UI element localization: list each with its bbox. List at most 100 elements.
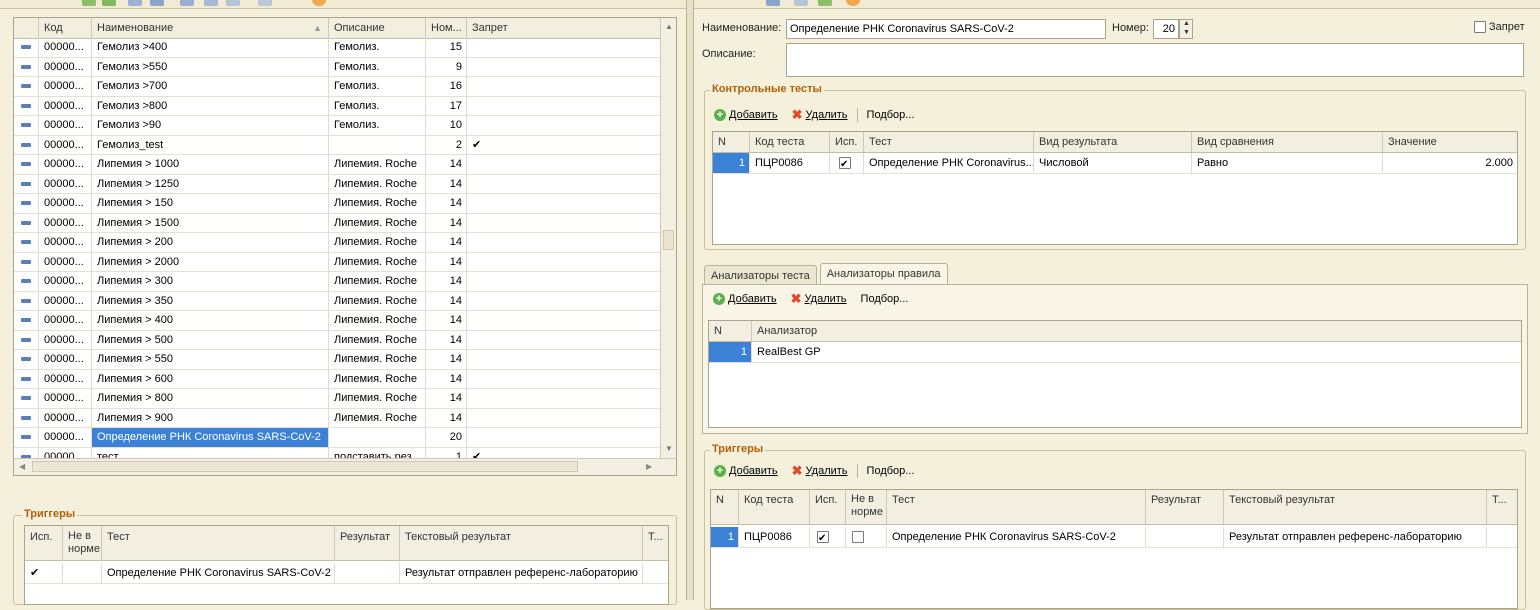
row-icon[interactable] [14,428,39,447]
number-cell[interactable]: 14 [426,350,467,369]
ban-checkbox[interactable]: Запрет [1474,21,1525,33]
col-t[interactable]: Т... [1487,490,1517,524]
table-row[interactable]: 00000... Липемия > 550 Липемия. Roche 14 [14,350,660,370]
row-icon[interactable] [14,174,39,194]
ban-cell[interactable] [467,292,660,311]
col-n[interactable]: N [711,490,739,524]
row-icon[interactable] [14,252,39,272]
description-cell[interactable]: Гемолиз. [329,116,426,135]
add-button[interactable]: + Добавить [714,109,778,121]
code-cell[interactable]: 00000... [39,428,92,447]
row-icon[interactable] [14,155,39,174]
number-cell[interactable]: 14 [426,155,467,174]
col-abnormal[interactable]: Не в норме [846,490,887,524]
description-cell[interactable]: Липемия. Roche [329,369,426,389]
code-cell[interactable]: 00000... [39,408,92,428]
col-result[interactable]: Результат [335,526,400,560]
name-cell[interactable]: Липемия > 1000 [92,155,329,174]
col-abnormal[interactable]: Не в норме [63,526,102,560]
col-value[interactable]: Значение [1383,132,1517,152]
table-row[interactable]: 00000... Липемия > 1250 Липемия. Roche 14 [14,174,660,194]
col-description[interactable]: Описание [329,18,426,38]
use-checkbox[interactable] [817,529,829,547]
code-cell[interactable]: 00000... [39,252,92,272]
compare-type-cell[interactable]: Равно [1192,153,1383,173]
result-cell[interactable] [1146,527,1224,547]
code-cell[interactable]: 00000... [39,38,92,57]
table-row[interactable]: 00000... Липемия > 600 Липемия. Roche 14 [14,369,660,389]
description-cell[interactable]: Гемолиз. [329,57,426,77]
refresh-icon[interactable] [818,0,832,6]
pick-button[interactable]: Подбор... [867,465,915,477]
delete-button[interactable]: ✖ Удалить [791,292,847,305]
add-button[interactable]: + Добавить [713,293,777,305]
col-text-result[interactable]: Текстовый результат [400,526,643,560]
use-cell[interactable] [810,527,846,547]
name-cell[interactable]: Липемия > 500 [92,330,329,350]
row-icon[interactable] [14,350,39,369]
tab-test-analyzers[interactable]: Анализаторы теста [704,265,817,286]
name-cell[interactable]: Липемия > 200 [92,233,329,252]
row-icon[interactable] [14,38,39,57]
col-code[interactable]: Код [39,18,92,38]
ban-cell[interactable] [467,272,660,291]
add-button[interactable]: + Добавить [714,465,778,477]
name-cell[interactable]: Гемолиз >400 [92,38,329,57]
ban-cell[interactable] [467,428,660,447]
table-row[interactable]: 1 ПЦР0086 Определение РНК Coronavirus SA… [711,527,1517,548]
description-cell[interactable]: Липемия. Roche [329,213,426,233]
code-cell[interactable]: 00000... [39,311,92,330]
code-cell[interactable]: 00000... [39,96,92,116]
help-icon[interactable] [846,0,860,6]
code-cell[interactable]: 00000... [39,194,92,213]
ban-cell[interactable] [467,370,660,389]
stepper-down-icon[interactable]: ▼ [1183,29,1190,36]
description-cell[interactable]: Липемия. Roche [329,350,426,369]
table-row[interactable]: 00000... Липемия > 500 Липемия. Roche 14 [14,330,660,350]
col-n[interactable]: N [713,132,750,152]
col-result-type[interactable]: Вид результата [1034,132,1192,152]
table-row[interactable]: 00000... Определение РНК Coronavirus SARS… [14,428,660,448]
number-cell[interactable]: 14 [426,213,467,233]
description-cell[interactable]: Липемия. Roche [329,291,426,311]
table-row[interactable]: 1 ПЦР0086 Определение РНК Coronavirus...… [713,153,1517,174]
table-row[interactable]: 00000... Липемия > 800 Липемия. Roche 14 [14,389,660,409]
description-cell[interactable]: Гемолиз. [329,77,426,96]
description-field[interactable] [786,43,1524,77]
col-compare-type[interactable]: Вид сравнения [1192,132,1383,152]
scroll-thumb[interactable] [663,230,674,250]
delete-button[interactable]: ✖ Удалить [792,464,848,477]
ban-cell[interactable] [467,194,660,213]
name-cell[interactable]: Гемолиз >700 [92,77,329,96]
pick-button[interactable]: Подбор... [867,109,915,121]
ban-cell[interactable] [467,97,660,116]
n-cell[interactable]: 1 [713,153,750,173]
name-cell[interactable]: Гемолиз >90 [92,116,329,135]
ban-cell[interactable] [467,155,660,174]
t-cell[interactable] [643,563,668,583]
description-cell[interactable]: Липемия. Roche [329,272,426,291]
name-cell[interactable]: Липемия > 350 [92,291,329,311]
tests-table[interactable]: Код Наименование ▲ Описание Ном... Запре… [13,17,677,476]
code-cell[interactable]: 00000... [39,155,92,174]
tree-icon[interactable] [204,0,218,6]
row-icon[interactable] [14,272,39,291]
filter-icon[interactable] [226,0,240,6]
table-row[interactable]: 00000... Гемолиз >550 Гемолиз. 9 [14,57,660,77]
number-cell[interactable]: 14 [426,272,467,291]
row-icon[interactable] [14,194,39,213]
use-cell[interactable] [830,153,864,173]
ban-checkbox-box[interactable] [1474,21,1486,33]
save-icon[interactable] [766,0,780,6]
number-cell[interactable]: 14 [426,408,467,428]
t-cell[interactable] [1487,527,1517,547]
row-icon[interactable] [14,369,39,389]
add-icon[interactable] [102,0,116,6]
ban-cell[interactable] [467,311,660,330]
number-cell[interactable]: 14 [426,252,467,272]
col-analyzer[interactable]: Анализатор [752,321,1521,341]
row-icon[interactable] [14,57,39,77]
col-test[interactable]: Тест [864,132,1034,152]
ban-cell[interactable] [467,331,660,350]
table-row[interactable]: 00000... Гемолиз >800 Гемолиз. 17 [14,96,660,116]
